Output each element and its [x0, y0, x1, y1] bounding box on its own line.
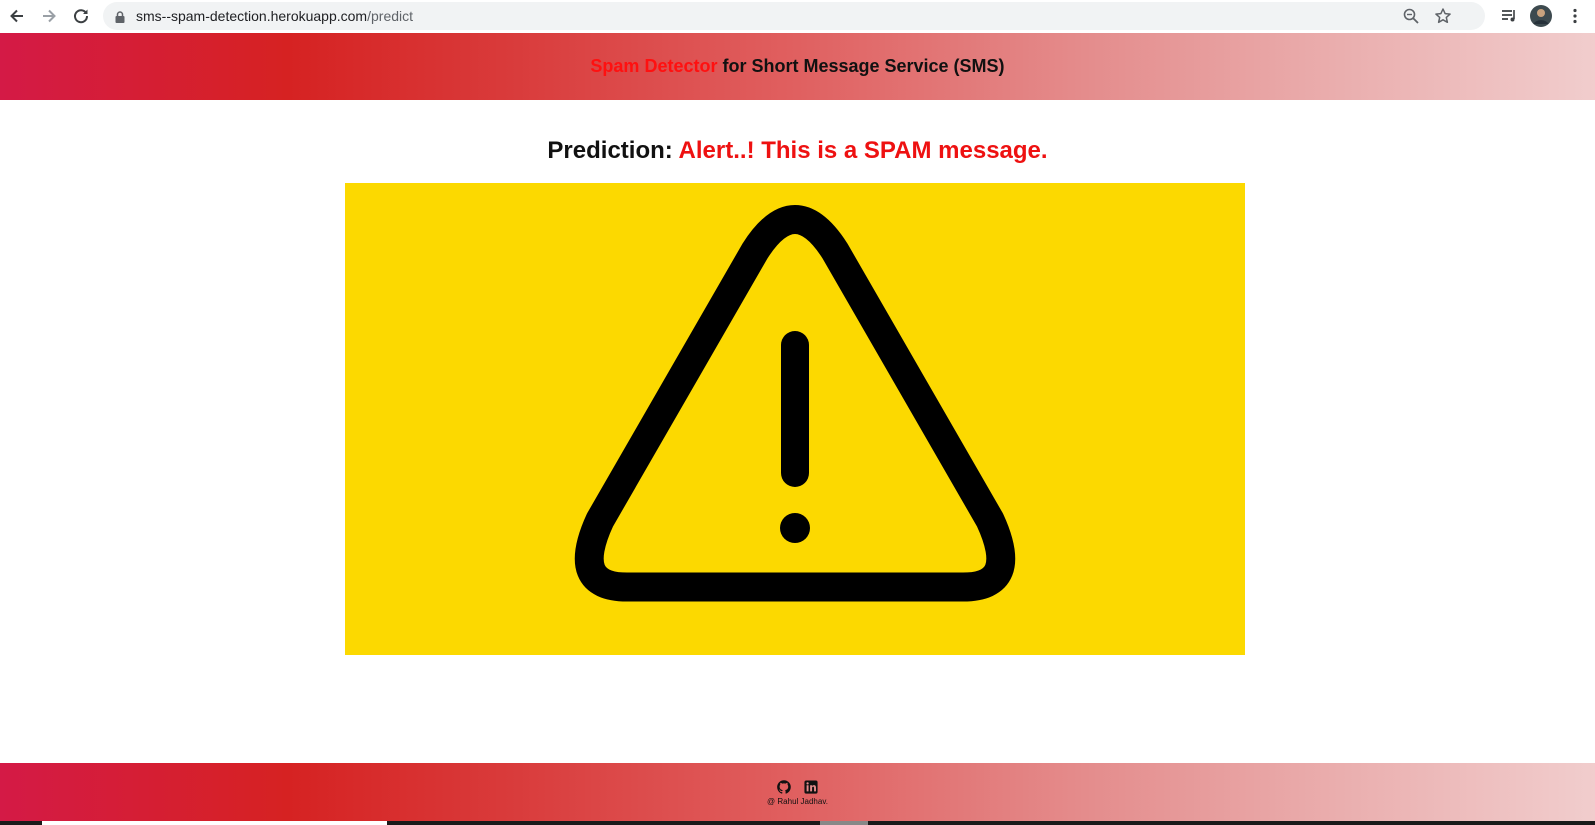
browser-toolbar: sms--spam-detection.herokuapp.com/predic… [0, 0, 1595, 33]
prediction-heading: Prediction: Alert..! This is a SPAM mess… [0, 137, 1595, 165]
site-footer: @ Rahul Jadhav. [0, 763, 1595, 825]
github-icon[interactable] [777, 780, 791, 794]
more-vert-icon[interactable] [1561, 2, 1589, 30]
bottom-strip-segment [42, 821, 387, 825]
zoom-icon[interactable] [1402, 7, 1420, 30]
bottom-strip [0, 821, 1595, 825]
title-rest: for Short Message Service (SMS) [717, 56, 1005, 76]
prediction-label: Prediction: [547, 137, 679, 164]
bottom-strip-segment [820, 821, 868, 825]
back-arrow-icon[interactable] [3, 2, 31, 30]
page-title: Spam Detector for Short Message Service … [590, 56, 1004, 77]
title-accent: Spam Detector [590, 56, 718, 76]
linkedin-icon[interactable] [804, 780, 818, 794]
warning-triangle-icon [574, 205, 1016, 602]
address-bar[interactable]: sms--spam-detection.herokuapp.com/predic… [103, 2, 1485, 30]
avatar[interactable] [1527, 2, 1555, 30]
media-queue-icon[interactable] [1495, 2, 1523, 30]
footer-social-links [0, 780, 1595, 794]
lock-icon[interactable] [115, 10, 125, 28]
warning-image [345, 183, 1245, 655]
star-icon[interactable] [1434, 7, 1452, 30]
site-header: Spam Detector for Short Message Service … [0, 33, 1595, 100]
prediction-result: Alert..! This is a SPAM message. [678, 137, 1048, 164]
url-text[interactable]: sms--spam-detection.herokuapp.com/predic… [136, 8, 413, 24]
reload-icon[interactable] [67, 2, 95, 30]
footer-credit: @ Rahul Jadhav. [767, 797, 828, 806]
forward-arrow-icon[interactable] [35, 2, 63, 30]
